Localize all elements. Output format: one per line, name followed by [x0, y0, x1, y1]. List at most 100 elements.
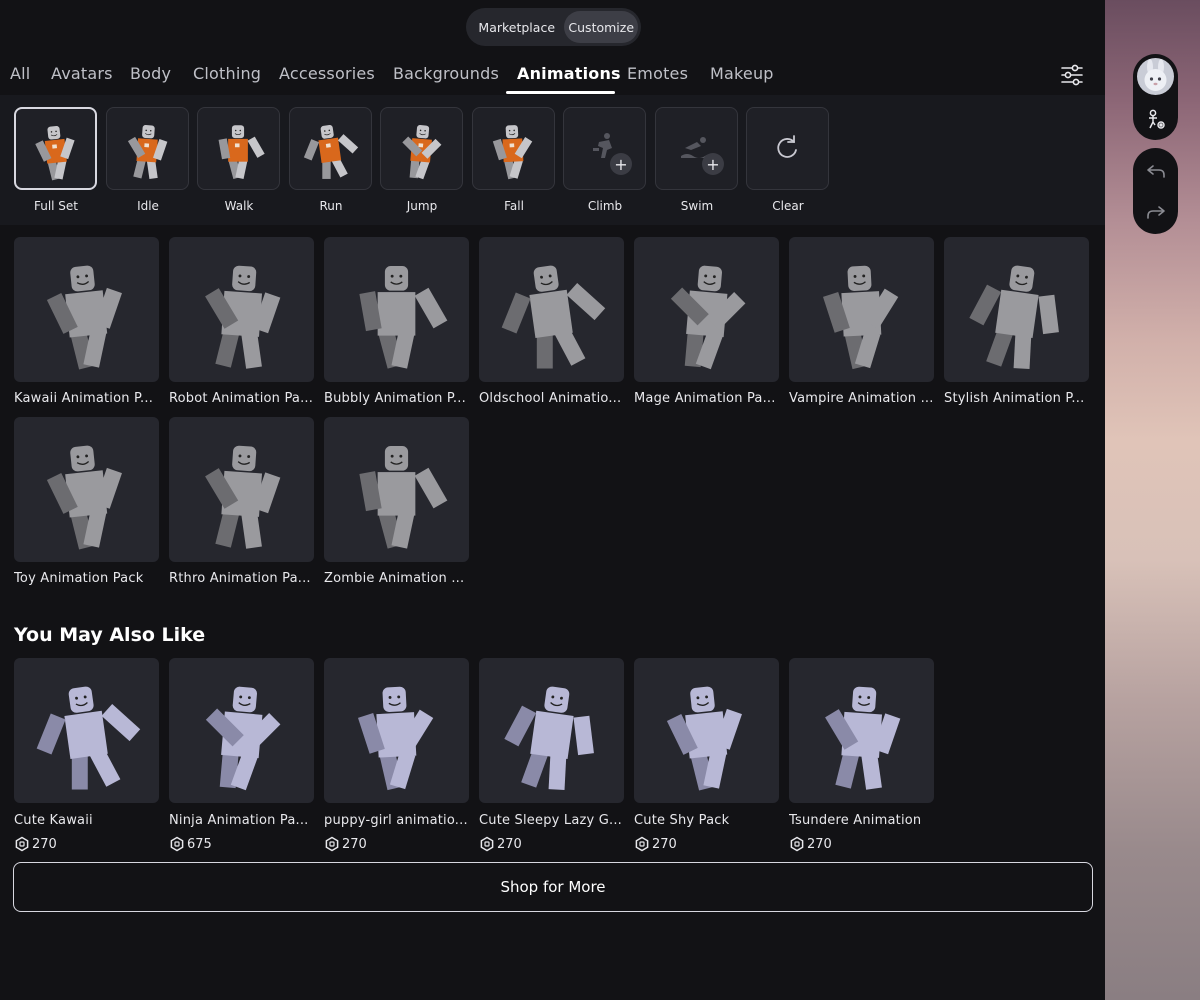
- tab-accessories[interactable]: Accessories: [279, 64, 375, 83]
- shop-for-more-button[interactable]: Shop for More: [13, 862, 1093, 912]
- animation-slot-idle[interactable]: [106, 107, 189, 190]
- tab-makeup[interactable]: Makeup: [710, 64, 774, 83]
- animation-item-card[interactable]: [944, 237, 1089, 382]
- animation-slot-walk[interactable]: [197, 107, 280, 190]
- item-name: Cute Shy Pack: [634, 813, 730, 828]
- tab-emotes[interactable]: Emotes: [627, 64, 688, 83]
- customize-toggle[interactable]: Customize: [564, 11, 638, 43]
- history-pill: [1133, 148, 1178, 234]
- price-value: 270: [32, 836, 57, 852]
- avatar-figure-icon: [670, 265, 746, 370]
- active-tab-indicator: [506, 91, 615, 94]
- tab-clothing[interactable]: Clothing: [193, 64, 261, 83]
- recommended-item-card[interactable]: [479, 658, 624, 803]
- avatar-figure-icon: [969, 265, 1059, 369]
- avatar-figure-icon: [46, 445, 122, 550]
- avatar-figure-icon: [205, 445, 281, 549]
- animation-item-card[interactable]: [14, 417, 159, 562]
- avatar-figure-icon: [666, 686, 742, 791]
- animation-item-card[interactable]: [634, 237, 779, 382]
- slot-label: Full Set: [33, 199, 79, 213]
- robux-icon: [170, 836, 184, 852]
- slot-label: Idle: [137, 199, 159, 213]
- avatar-figure-icon: [504, 686, 594, 790]
- avatar-figure-icon: [402, 125, 442, 180]
- item-price: 270: [479, 836, 522, 852]
- item-name: puppy-girl animatio...: [324, 813, 468, 828]
- avatar-figure-icon: [205, 686, 281, 791]
- item-name: Toy Animation Pack: [14, 571, 144, 586]
- animation-item-card[interactable]: [479, 237, 624, 382]
- add-icon: +: [610, 153, 632, 175]
- tab-animations[interactable]: Animations: [517, 64, 621, 83]
- avatar-figure-icon: [218, 125, 265, 180]
- item-name: Zombie Animation ...: [324, 571, 465, 586]
- recommended-item-card[interactable]: [789, 658, 934, 803]
- avatar-figure-icon: [825, 686, 901, 790]
- animation-slot-clear[interactable]: [746, 107, 829, 190]
- tab-backgrounds[interactable]: Backgrounds: [393, 64, 499, 83]
- item-name: Mage Animation Pa...: [634, 391, 776, 406]
- price-value: 270: [807, 836, 832, 852]
- avatar-figure-icon: [492, 125, 533, 180]
- item-price: 270: [634, 836, 677, 852]
- slot-label: Run: [319, 199, 343, 213]
- marketplace-toggle[interactable]: Marketplace: [469, 11, 564, 43]
- avatar-figure-icon: [127, 125, 168, 180]
- animation-item-card[interactable]: [324, 417, 469, 562]
- item-price: 270: [14, 836, 57, 852]
- undo-icon[interactable]: [1144, 159, 1168, 183]
- item-name: Stylish Animation P...: [944, 391, 1085, 406]
- item-name: Ninja Animation Pa...: [169, 813, 309, 828]
- avatar-figure-icon: [501, 265, 606, 369]
- bunny-avatar-icon: [1144, 59, 1167, 91]
- recommended-item-card[interactable]: [14, 658, 159, 803]
- item-price: 270: [324, 836, 367, 852]
- item-price: 675: [169, 836, 212, 852]
- item-price: 270: [789, 836, 832, 852]
- tab-all[interactable]: All: [10, 64, 30, 83]
- animation-slot-run[interactable]: [289, 107, 372, 190]
- item-name: Tsundere Animation: [789, 813, 922, 828]
- robux-icon: [15, 836, 29, 852]
- animation-item-card[interactable]: [169, 417, 314, 562]
- robux-icon: [480, 836, 494, 852]
- avatar-figure-icon: [36, 686, 141, 790]
- redo-icon[interactable]: [1144, 200, 1168, 224]
- recommended-item-card[interactable]: [324, 658, 469, 803]
- animation-slot-swim[interactable]: +: [655, 107, 738, 190]
- animation-item-card[interactable]: [169, 237, 314, 382]
- avatar-preview-viewport[interactable]: [1105, 0, 1200, 1000]
- animation-slot-climb[interactable]: +: [563, 107, 646, 190]
- avatar-figure-icon: [359, 446, 448, 549]
- robux-icon: [635, 836, 649, 852]
- robux-icon: [790, 836, 804, 852]
- animation-slot-fall[interactable]: [472, 107, 555, 190]
- avatar-settings-icon[interactable]: [1144, 108, 1168, 132]
- recommended-item-card[interactable]: [634, 658, 779, 803]
- price-value: 270: [652, 836, 677, 852]
- category-tabs: All Avatars Body Clothing Accessories Ba…: [0, 56, 1105, 94]
- avatar-figure-icon: [46, 265, 122, 370]
- tab-body[interactable]: Body: [130, 64, 171, 83]
- item-name: Vampire Animation ...: [789, 391, 934, 406]
- animation-slot-jump[interactable]: [380, 107, 463, 190]
- item-name: Cute Kawaii: [14, 813, 93, 828]
- price-value: 270: [497, 836, 522, 852]
- filter-settings-icon[interactable]: [1059, 62, 1085, 88]
- item-name: Rthro Animation Pa...: [169, 571, 311, 586]
- item-name: Bubbly Animation P...: [324, 391, 466, 406]
- slot-label: Clear: [772, 199, 804, 213]
- slot-label: Jump: [406, 199, 438, 213]
- avatar-headshot[interactable]: [1137, 58, 1174, 95]
- animation-slot-full-set[interactable]: [14, 107, 97, 190]
- price-value: 675: [187, 836, 212, 852]
- refresh-icon: [777, 135, 797, 158]
- tab-avatars[interactable]: Avatars: [51, 64, 113, 83]
- slot-label: Fall: [504, 199, 524, 213]
- animation-item-card[interactable]: [324, 237, 469, 382]
- avatar-figure-icon: [303, 125, 359, 179]
- animation-item-card[interactable]: [789, 237, 934, 382]
- recommended-item-card[interactable]: [169, 658, 314, 803]
- animation-item-card[interactable]: [14, 237, 159, 382]
